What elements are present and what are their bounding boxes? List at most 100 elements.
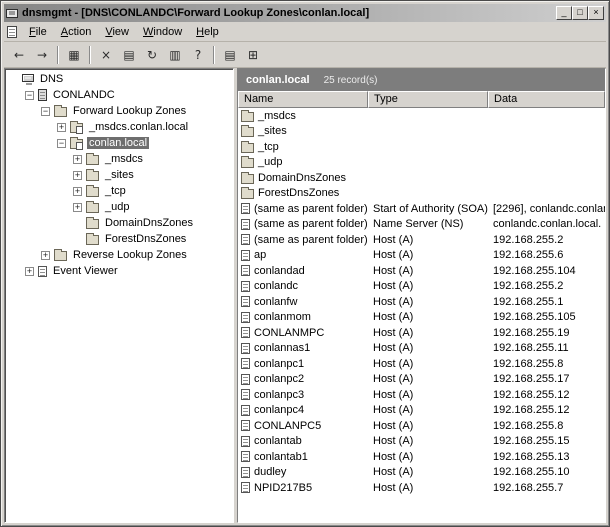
tree-item-tcp[interactable]: + _tcp: [5, 183, 233, 199]
record-data: 192.168.255.7: [493, 481, 564, 494]
table-row[interactable]: _sites: [238, 124, 605, 140]
record-name: NPID217B5: [254, 481, 313, 494]
table-row[interactable]: _msdcs: [238, 108, 605, 124]
record-name-cell: conlanpc2: [238, 373, 368, 385]
properties-button[interactable]: ▤: [118, 44, 140, 65]
expand-icon[interactable]: +: [25, 266, 34, 276]
show-console-tree-button[interactable]: ▦: [63, 44, 85, 65]
window-title: dnsmgmt - [DNS\CONLANDC\Forward Lookup Z…: [22, 7, 370, 19]
table-row[interactable]: conlandad Host (A) 192.168.255.104: [238, 263, 605, 279]
record-count: 25 record(s): [323, 74, 378, 86]
new-record-icon: ▤: [224, 47, 236, 62]
results-pane: conlan.local 25 record(s) Name Type Data _…: [237, 68, 606, 523]
table-row[interactable]: conlanpc1 Host (A) 192.168.255.8: [238, 356, 605, 372]
table-row[interactable]: _tcp: [238, 139, 605, 155]
tree-item-conlandc[interactable]: − CONLANDC: [5, 87, 233, 103]
record-data: 192.168.255.15: [493, 435, 570, 448]
table-row[interactable]: conlanpc2 Host (A) 192.168.255.17: [238, 372, 605, 388]
record-icon: [241, 404, 250, 416]
table-row[interactable]: (same as parent folder) Host (A) 192.168.2…: [238, 232, 605, 248]
table-row[interactable]: conlanpc4 Host (A) 192.168.255.12: [238, 403, 605, 419]
expand-icon[interactable]: +: [73, 170, 82, 180]
column-header-type[interactable]: Type: [368, 91, 488, 108]
record-name-cell: _msdcs: [238, 109, 368, 122]
menu-help[interactable]: Help: [189, 24, 226, 40]
folder-icon: [241, 140, 254, 153]
collapse-icon[interactable]: −: [25, 90, 34, 100]
table-row[interactable]: dudley Host (A) 192.168.255.10: [238, 465, 605, 481]
collapse-icon[interactable]: −: [41, 106, 50, 116]
record-name: conlantab1: [254, 450, 308, 463]
tree-item-event-viewer[interactable]: + Event Viewer: [5, 263, 233, 279]
table-row[interactable]: conlantab Host (A) 192.168.255.15: [238, 434, 605, 450]
table-row[interactable]: conlannas1 Host (A) 192.168.255.11: [238, 341, 605, 357]
filter-button[interactable]: ⊞: [242, 44, 264, 65]
record-data: 192.168.255.12: [493, 404, 570, 417]
table-row[interactable]: conlanfw Host (A) 192.168.255.1: [238, 294, 605, 310]
expand-icon[interactable]: +: [73, 154, 82, 164]
record-type: Host (A): [373, 419, 414, 432]
expand-icon[interactable]: +: [73, 186, 82, 196]
table-row[interactable]: conlandc Host (A) 192.168.255.2: [238, 279, 605, 295]
record-type: Name Server (NS): [373, 218, 464, 231]
collapse-icon[interactable]: −: [57, 138, 66, 148]
console-child-icon: [7, 25, 17, 38]
expand-icon[interactable]: +: [73, 202, 82, 212]
close-button[interactable]: ×: [588, 6, 604, 20]
properties-icon: ▤: [123, 47, 135, 62]
menu-file[interactable]: File: [22, 24, 54, 40]
menu-window[interactable]: Window: [136, 24, 189, 40]
record-data: 192.168.255.6: [493, 249, 564, 262]
tree-item-domaindnszones[interactable]: DomainDnsZones: [5, 215, 233, 231]
expand-icon[interactable]: +: [41, 250, 50, 260]
expand-icon[interactable]: +: [57, 122, 66, 132]
tree-item-conlan-local[interactable]: − conlan.local: [5, 135, 233, 151]
tree-item-label: DomainDnsZones: [105, 217, 194, 229]
tree-item-msdcs-conlan-local[interactable]: + _msdcs.conlan.local: [5, 119, 233, 135]
table-row[interactable]: NPID217B5 Host (A) 192.168.255.7: [238, 480, 605, 496]
table-row[interactable]: ForestDnsZones: [238, 186, 605, 202]
tree-item-forestdnszones[interactable]: ForestDnsZones: [5, 231, 233, 247]
new-record-button[interactable]: ▤: [219, 44, 241, 65]
tree-item-udp[interactable]: + _udp: [5, 199, 233, 215]
folder-icon: [241, 125, 254, 138]
tree-item-sites[interactable]: + _sites: [5, 167, 233, 183]
column-header-data[interactable]: Data: [488, 91, 605, 108]
minimize-button[interactable]: _: [556, 6, 572, 20]
record-icon: [241, 265, 250, 277]
menu-view[interactable]: View: [98, 24, 136, 40]
table-row[interactable]: conlanmom Host (A) 192.168.255.105: [238, 310, 605, 326]
tree-item-reverse-lookup-zones[interactable]: + Reverse Lookup Zones: [5, 247, 233, 263]
export-list-button[interactable]: ▥: [164, 44, 186, 65]
forward-button[interactable]: →: [31, 44, 53, 65]
record-data: 192.168.255.8: [493, 357, 564, 370]
table-row[interactable]: (same as parent folder) Name Server (NS) c…: [238, 217, 605, 233]
refresh-icon: ↻: [146, 47, 158, 62]
record-name-cell: conlantab1: [238, 451, 368, 463]
table-row[interactable]: _udp: [238, 155, 605, 171]
refresh-button[interactable]: ↻: [141, 44, 163, 65]
help-button[interactable]: ?: [187, 44, 209, 65]
tree-item-msdcs[interactable]: + _msdcs: [5, 151, 233, 167]
table-row[interactable]: DomainDnsZones: [238, 170, 605, 186]
table-row[interactable]: CONLANMPC Host (A) 192.168.255.19: [238, 325, 605, 341]
record-icon: [241, 218, 250, 230]
tree-item-forward-lookup-zones[interactable]: − Forward Lookup Zones: [5, 103, 233, 119]
back-button[interactable]: ←: [8, 44, 30, 65]
table-row[interactable]: CONLANPC5 Host (A) 192.168.255.8: [238, 418, 605, 434]
folder-icon: [241, 156, 254, 169]
table-row[interactable]: conlantab1 Host (A) 192.168.255.13: [238, 449, 605, 465]
table-row[interactable]: conlanpc3 Host (A) 192.168.255.12: [238, 387, 605, 403]
maximize-button[interactable]: □: [572, 6, 588, 20]
delete-button[interactable]: ×: [95, 44, 117, 65]
record-name: conlanpc1: [254, 357, 305, 370]
record-name-cell: NPID217B5: [238, 482, 368, 494]
tree-item-dns[interactable]: DNS: [5, 71, 233, 87]
table-row[interactable]: ap Host (A) 192.168.255.6: [238, 248, 605, 264]
menu-action[interactable]: Action: [54, 24, 99, 40]
table-row[interactable]: (same as parent folder) Start of Authorit…: [238, 201, 605, 217]
column-header-name[interactable]: Name: [238, 91, 368, 108]
record-data: [2296], conlandc.conlan: [493, 202, 605, 215]
